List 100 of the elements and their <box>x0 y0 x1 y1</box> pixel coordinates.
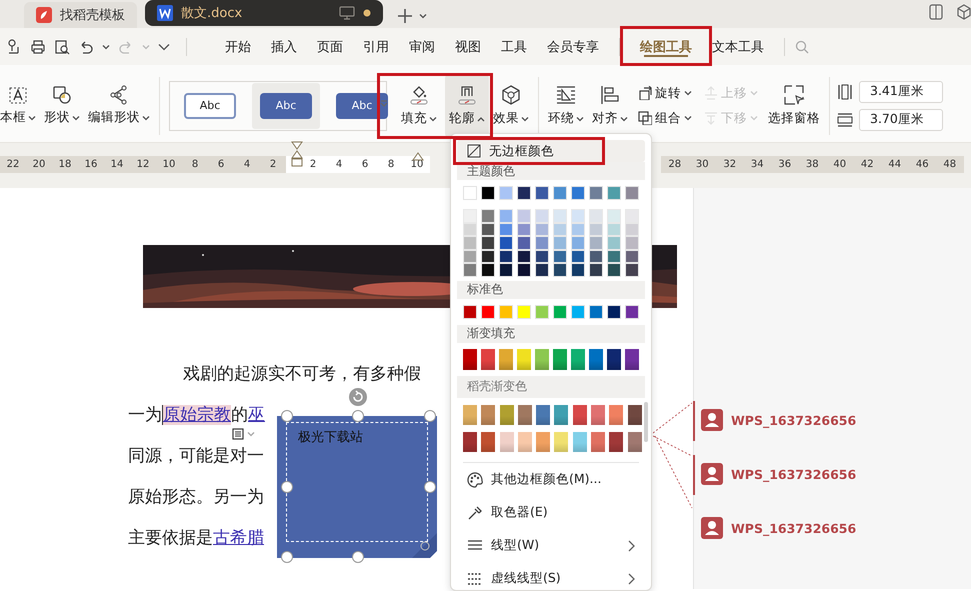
color-swatch[interactable] <box>463 263 477 276</box>
color-swatch[interactable] <box>553 304 567 318</box>
text-link[interactable]: 原始宗教 <box>162 404 231 424</box>
color-swatch[interactable] <box>517 263 531 276</box>
color-swatch[interactable] <box>517 236 531 250</box>
color-swatch[interactable] <box>607 250 621 263</box>
color-swatch[interactable] <box>572 432 587 452</box>
shape-style-swatch[interactable]: Abc <box>336 92 388 118</box>
color-swatch[interactable] <box>535 304 549 318</box>
color-swatch[interactable] <box>607 186 621 200</box>
shape-style-swatch[interactable]: Abc <box>184 92 236 118</box>
menu-tab[interactable]: 引用 <box>353 28 399 65</box>
color-swatch[interactable] <box>518 404 532 424</box>
color-swatch[interactable] <box>591 432 606 452</box>
color-swatch[interactable] <box>499 348 513 370</box>
color-swatch[interactable] <box>589 186 603 200</box>
color-swatch[interactable] <box>625 263 640 276</box>
color-swatch[interactable] <box>589 304 603 318</box>
color-swatch[interactable] <box>591 404 606 424</box>
menu-item[interactable]: 无边框颜色 <box>457 140 645 162</box>
color-swatch[interactable] <box>481 209 495 222</box>
menu-item[interactable]: 取色器(E) <box>457 502 645 524</box>
color-swatch[interactable] <box>517 209 531 222</box>
color-swatch[interactable] <box>589 250 603 263</box>
color-swatch[interactable] <box>625 304 640 318</box>
color-swatch[interactable] <box>463 209 477 222</box>
color-swatch[interactable] <box>517 250 531 263</box>
ribbon-tool-button[interactable]: 形状 <box>40 74 84 136</box>
size-input-field[interactable]: 3.41厘米 <box>859 80 943 102</box>
color-swatch[interactable] <box>553 250 567 263</box>
ribbon-tool-button[interactable]: 本框 <box>0 74 40 136</box>
print-preview-icon[interactable] <box>54 38 70 54</box>
color-swatch[interactable] <box>535 186 549 200</box>
color-swatch[interactable] <box>517 222 531 236</box>
menu-item[interactable]: 虚线线型(S) <box>457 568 645 590</box>
color-swatch[interactable] <box>535 263 549 276</box>
ribbon-tool-button[interactable]: 效果 <box>489 74 533 136</box>
color-swatch[interactable] <box>481 222 495 236</box>
ribbon-tool-button[interactable]: 环绕 <box>544 74 588 136</box>
resize-handle[interactable] <box>352 551 364 563</box>
color-swatch[interactable] <box>609 404 624 424</box>
color-swatch[interactable] <box>536 404 550 424</box>
menu-tab[interactable]: 开始 <box>215 28 261 65</box>
color-swatch[interactable] <box>463 222 477 236</box>
color-swatch[interactable] <box>553 236 567 250</box>
ribbon-tool-button[interactable]: 组合 <box>638 110 692 126</box>
color-swatch[interactable] <box>571 263 585 276</box>
color-swatch[interactable] <box>481 263 495 276</box>
ribbon-tool-button[interactable]: 选择窗格 <box>764 74 824 136</box>
panel-icon[interactable] <box>929 4 943 20</box>
text-link[interactable]: 巫 <box>248 404 265 424</box>
color-swatch[interactable] <box>572 404 587 424</box>
new-tab-icon[interactable] <box>397 8 413 24</box>
color-swatch[interactable] <box>536 432 550 452</box>
color-swatch[interactable] <box>553 222 567 236</box>
color-swatch[interactable] <box>463 186 477 200</box>
document-tab[interactable]: 找稻壳模板 <box>24 2 137 28</box>
color-swatch[interactable] <box>607 304 621 318</box>
color-swatch[interactable] <box>535 236 549 250</box>
color-swatch[interactable] <box>589 348 603 370</box>
monitor-icon[interactable] <box>339 6 355 20</box>
menu-tab[interactable]: 插入 <box>261 28 307 65</box>
color-swatch[interactable] <box>535 222 549 236</box>
menu-tab[interactable]: 绘图工具 <box>630 28 702 65</box>
color-swatch[interactable] <box>554 404 568 424</box>
document-tab[interactable]: 散文.docx <box>145 0 383 26</box>
resize-handle[interactable] <box>352 410 364 422</box>
color-swatch[interactable] <box>571 222 585 236</box>
color-swatch[interactable] <box>499 186 513 200</box>
color-swatch[interactable] <box>589 209 603 222</box>
color-swatch[interactable] <box>481 432 496 452</box>
color-swatch[interactable] <box>607 209 621 222</box>
color-swatch[interactable] <box>500 432 514 452</box>
color-swatch[interactable] <box>463 404 477 424</box>
color-swatch[interactable] <box>500 404 514 424</box>
color-swatch[interactable] <box>553 209 567 222</box>
print-icon[interactable] <box>30 38 46 54</box>
color-swatch[interactable] <box>589 222 603 236</box>
menu-tab[interactable]: 文本工具 <box>702 28 774 65</box>
ribbon-tool-button[interactable]: 对齐 <box>588 74 632 136</box>
resize-handle[interactable] <box>281 410 293 422</box>
color-swatch[interactable] <box>518 432 532 452</box>
color-swatch[interactable] <box>481 348 495 370</box>
color-swatch[interactable] <box>499 209 513 222</box>
color-swatch[interactable] <box>553 186 567 200</box>
more-chevron-icon[interactable] <box>158 42 170 50</box>
color-swatch[interactable] <box>499 263 513 276</box>
menu-item[interactable]: 其他边框颜色(M)... <box>457 468 645 490</box>
ribbon-tool-button[interactable]: 轮廓 <box>445 74 489 136</box>
color-swatch[interactable] <box>517 304 531 318</box>
color-swatch[interactable] <box>571 236 585 250</box>
color-swatch[interactable] <box>463 250 477 263</box>
color-swatch[interactable] <box>463 236 477 250</box>
color-swatch[interactable] <box>607 348 621 370</box>
color-swatch[interactable] <box>535 348 549 370</box>
folded-corner-icon[interactable] <box>412 533 437 558</box>
size-input-field[interactable]: 3.70厘米 <box>859 108 943 130</box>
color-swatch[interactable] <box>589 263 603 276</box>
color-swatch[interactable] <box>607 263 621 276</box>
color-swatch[interactable] <box>481 250 495 263</box>
